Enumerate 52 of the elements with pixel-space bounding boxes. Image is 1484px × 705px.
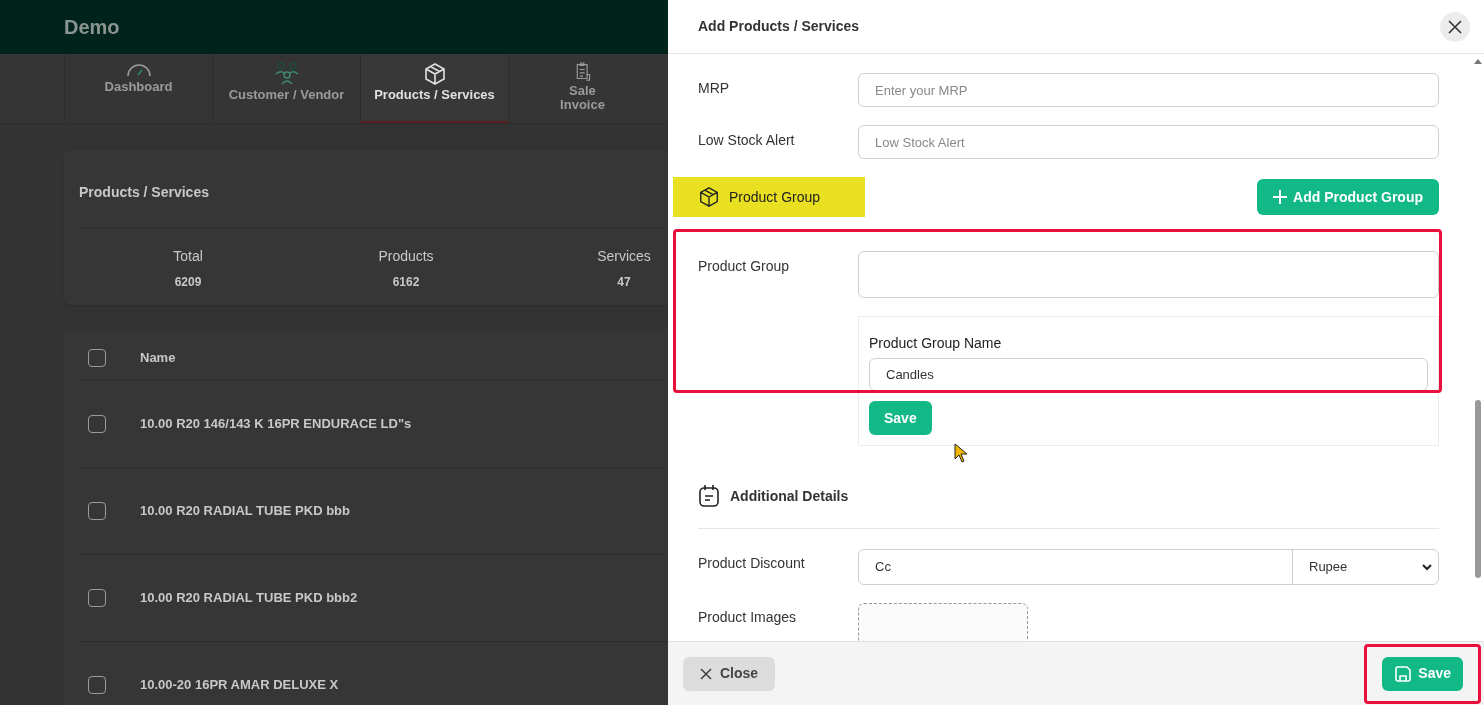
stat-value: 6162 xyxy=(392,274,420,291)
close-button[interactable]: Close xyxy=(683,656,776,691)
stat-value: 6209 xyxy=(174,274,202,291)
row-checkbox[interactable] xyxy=(88,676,106,694)
input-field[interactable] xyxy=(858,251,1439,298)
table-cell-text: 10.00 R20 146/143 K 16PR ENDURACE LD"s xyxy=(140,415,412,434)
unit-dropdown[interactable]: Rupee xyxy=(1293,550,1438,584)
people-icon xyxy=(273,62,300,86)
drawer-title: Add Products / Services xyxy=(698,17,860,36)
box-icon xyxy=(422,62,447,86)
nav-tab[interactable]: Dashboard xyxy=(64,54,212,123)
stat-label: Products xyxy=(378,247,434,266)
mouse-cursor-icon xyxy=(954,443,968,463)
field-label: Low Stock Alert xyxy=(698,131,796,150)
discount-field[interactable]: Cc Rupee xyxy=(858,549,1439,585)
input-field[interactable]: Low Stock Alert xyxy=(858,125,1439,159)
table-cell-text: 10.00 R20 RADIAL TUBE PKD bbb2 xyxy=(140,589,358,608)
scroll-up-icon[interactable] xyxy=(1474,58,1482,64)
row-checkbox[interactable] xyxy=(88,502,106,520)
close-icon xyxy=(700,667,712,680)
nav-tab[interactable]: Sale Invoice xyxy=(508,54,656,123)
section-title: Additional Details xyxy=(730,486,849,506)
field-label: Product Group xyxy=(698,257,791,276)
chevron-down-icon xyxy=(1422,563,1432,571)
row-checkbox[interactable] xyxy=(88,589,106,607)
box-icon xyxy=(698,186,720,208)
save-button[interactable]: Save xyxy=(869,401,932,435)
nav-tab[interactable]: Products / Services xyxy=(360,54,508,123)
select-all-checkbox[interactable] xyxy=(88,348,106,367)
column-header: Name xyxy=(140,348,176,367)
field-label: Product Discount xyxy=(698,554,806,573)
field-label: MRP xyxy=(698,79,731,98)
scrollbar-thumb[interactable] xyxy=(1475,400,1481,578)
plus-icon xyxy=(1273,190,1288,204)
close-icon xyxy=(1448,19,1462,34)
stat-label: Services xyxy=(597,247,651,266)
stat-label: Total xyxy=(173,247,203,266)
field-label: Product Images xyxy=(698,608,798,627)
notepad-icon xyxy=(698,484,720,508)
add-product-group-button[interactable]: Add Product Group xyxy=(1257,179,1439,215)
table-cell-text: 10.00 R20 RADIAL TUBE PKD bbb xyxy=(140,502,350,521)
table-cell-text: 10.00-20 16PR AMAR DELUXE X xyxy=(140,676,339,695)
brand-title: Demo xyxy=(64,15,120,40)
field-label: Product Group Name xyxy=(869,334,1003,353)
input-field[interactable]: Candles xyxy=(869,358,1428,391)
section-title: Product Group xyxy=(729,187,821,207)
row-checkbox[interactable] xyxy=(88,415,106,433)
stat-value: 47 xyxy=(617,274,631,291)
gauge-icon xyxy=(124,62,153,78)
input-field[interactable]: Enter your MRP xyxy=(858,73,1439,107)
close-button[interactable] xyxy=(1440,11,1470,42)
save-button[interactable]: Save xyxy=(1382,656,1463,691)
